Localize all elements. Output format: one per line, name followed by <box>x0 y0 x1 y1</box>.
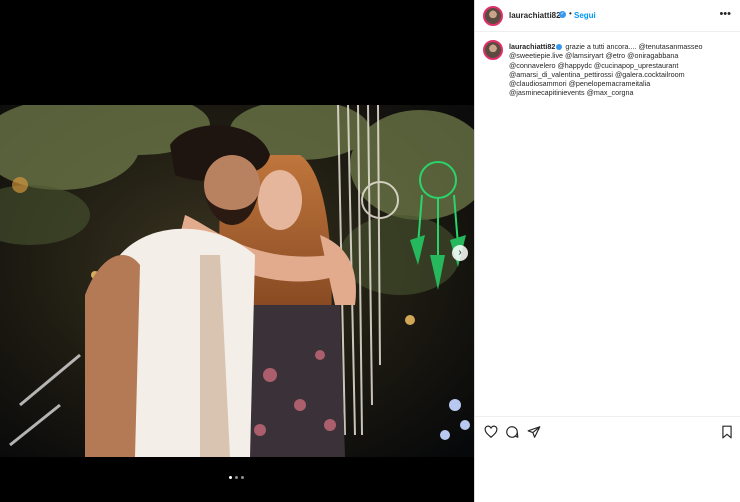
caption-text: laurachiatti82 grazie a tutti ancora....… <box>509 42 735 98</box>
avatar[interactable] <box>483 6 503 26</box>
caption-line: grazie a tutti ancora.... @tenutasanmass… <box>565 42 703 51</box>
post-header: laurachiatti82 ✓ • Segui ••• <box>475 0 740 32</box>
carousel-dot-active <box>229 476 232 479</box>
carousel-dot <box>235 476 238 479</box>
comment-icon[interactable] <box>505 425 519 439</box>
post-sidebar: laurachiatti82 ✓ • Segui ••• laurachiatt… <box>474 0 740 502</box>
carousel-indicator <box>229 476 244 479</box>
caption-line: @jasminecapitinievents @max_corgna <box>509 88 634 98</box>
username-link[interactable]: laurachiatti82 <box>509 11 561 20</box>
bookmark-icon[interactable] <box>721 425 735 439</box>
separator: • <box>569 9 572 18</box>
caption-line: @sweetiepie.live @lamsiryart @etro @onir… <box>509 51 679 61</box>
heart-icon[interactable] <box>484 425 498 439</box>
caption-line: @claudiosammori @penelopemacrameitalia <box>509 79 651 89</box>
avatar[interactable] <box>483 40 503 60</box>
caption-line: @amarsi_di_valentina_pettirossi @galera.… <box>509 69 685 79</box>
post-photo[interactable] <box>0 105 474 457</box>
next-photo-button[interactable]: › <box>452 245 468 261</box>
caption-username[interactable]: laurachiatti82 <box>509 42 555 51</box>
caption-line: @connavelero @happydc @cucinapop_upresta… <box>509 60 679 70</box>
share-icon[interactable] <box>527 425 541 439</box>
instagram-post-modal: › laurachiatti82 ✓ • Segui ••• laurachia… <box>0 0 740 502</box>
verified-badge-icon <box>556 44 563 50</box>
more-options-icon[interactable]: ••• <box>719 8 731 20</box>
verified-badge-icon: ✓ <box>559 11 566 18</box>
media-panel: › <box>0 0 474 502</box>
carousel-dot <box>241 476 244 479</box>
chevron-right-icon: › <box>458 247 462 258</box>
follow-button[interactable]: Segui <box>574 11 596 20</box>
action-bar <box>475 416 740 452</box>
